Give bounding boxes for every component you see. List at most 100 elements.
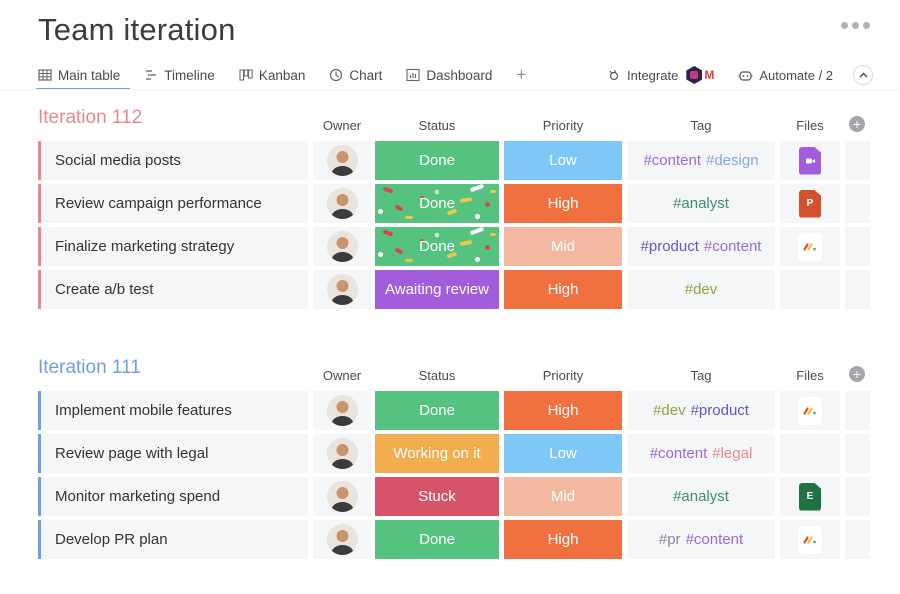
column-header-files[interactable]: Files	[780, 118, 840, 133]
monday-logo-icon[interactable]	[798, 232, 822, 261]
tag-cell[interactable]: #dev	[627, 270, 775, 309]
tag-cell[interactable]: #pr #content	[627, 520, 775, 559]
owner-cell[interactable]	[313, 520, 371, 559]
group-title[interactable]: Iteration 112	[38, 107, 142, 129]
tag-cell[interactable]: #content #legal	[627, 434, 775, 473]
files-cell[interactable]: E	[780, 477, 840, 516]
priority-badge[interactable]: Low	[504, 434, 622, 473]
item-name: Review page with legal	[55, 445, 209, 462]
tag-label[interactable]: #analyst	[673, 488, 729, 505]
files-cell[interactable]	[780, 434, 840, 473]
column-header-owner[interactable]: Owner	[313, 118, 371, 133]
priority-badge[interactable]: High	[504, 520, 622, 559]
item-name-cell[interactable]: Review campaign performance	[38, 184, 308, 223]
item-name-cell[interactable]: Social media posts	[38, 141, 308, 180]
table-icon	[38, 69, 52, 81]
column-header-priority[interactable]: Priority	[504, 118, 622, 133]
tag-label[interactable]: #legal	[712, 445, 752, 462]
tag-cell[interactable]: #analyst	[627, 477, 775, 516]
tag-cell[interactable]: #analyst	[627, 184, 775, 223]
tab-chart[interactable]: Chart	[329, 62, 382, 88]
integrate-button[interactable]: Integrate	[607, 68, 678, 83]
status-badge[interactable]: Done	[375, 227, 499, 266]
owner-cell[interactable]	[313, 227, 371, 266]
more-dot-icon	[863, 22, 870, 29]
column-header-files[interactable]: Files	[780, 368, 840, 383]
status-badge[interactable]: Working on it	[375, 434, 499, 473]
collapse-header-button[interactable]	[853, 65, 874, 85]
files-cell[interactable]: P	[780, 184, 840, 223]
tab-kanban[interactable]: Kanban	[239, 62, 305, 88]
gmail-icon: M	[700, 66, 719, 84]
column-header-status[interactable]: Status	[375, 118, 499, 133]
priority-badge[interactable]: Mid	[504, 477, 622, 516]
status-badge[interactable]: Awaiting review	[375, 270, 499, 309]
more-dot-icon	[852, 22, 859, 29]
item-name-cell[interactable]: Implement mobile features	[38, 391, 308, 430]
group-title[interactable]: Iteration 111	[38, 357, 141, 379]
owner-cell[interactable]	[313, 434, 371, 473]
item-name-cell[interactable]: Review page with legal	[38, 434, 308, 473]
item-name-cell[interactable]: Finalize marketing strategy	[38, 227, 308, 266]
files-cell[interactable]	[780, 141, 840, 180]
priority-badge[interactable]: High	[504, 391, 622, 430]
tag-label[interactable]: #product	[641, 238, 699, 255]
owner-cell[interactable]	[313, 184, 371, 223]
column-header-tag[interactable]: Tag	[627, 118, 775, 133]
files-cell[interactable]	[780, 391, 840, 430]
column-header-status[interactable]: Status	[375, 368, 499, 383]
tab-timeline[interactable]: Timeline	[144, 62, 215, 88]
column-header-priority[interactable]: Priority	[504, 368, 622, 383]
tag-label[interactable]: #content	[686, 531, 744, 548]
add-column-button[interactable]: +	[849, 366, 865, 382]
priority-badge[interactable]: High	[504, 270, 622, 309]
tag-label[interactable]: #design	[706, 152, 759, 169]
tag-cell[interactable]: #dev #product	[627, 391, 775, 430]
owner-cell[interactable]	[313, 270, 371, 309]
files-cell[interactable]	[780, 520, 840, 559]
monday-logo-icon[interactable]	[798, 525, 822, 554]
tag-label[interactable]: #pr	[659, 531, 681, 548]
tag-label[interactable]: #content	[643, 152, 701, 169]
tag-label[interactable]: #dev	[653, 402, 686, 419]
owner-cell[interactable]	[313, 141, 371, 180]
tag-label[interactable]: #dev	[685, 281, 718, 298]
column-header-tag[interactable]: Tag	[627, 368, 775, 383]
tab-main-table[interactable]: Main table	[35, 62, 131, 90]
files-cell[interactable]	[780, 270, 840, 309]
monday-logo-icon[interactable]	[798, 396, 822, 425]
tag-label[interactable]: #product	[691, 402, 749, 419]
priority-badge[interactable]: Mid	[504, 227, 622, 266]
status-badge[interactable]: Done	[375, 391, 499, 430]
video-file-icon[interactable]	[799, 146, 821, 175]
automate-button[interactable]: Automate / 2	[738, 68, 833, 83]
item-name-cell[interactable]: Create a/b test	[38, 270, 308, 309]
item-name-cell[interactable]: Develop PR plan	[38, 520, 308, 559]
tab-dashboard[interactable]: Dashboard	[406, 62, 492, 88]
add-view-button[interactable]: +	[516, 65, 526, 85]
tag-label[interactable]: #content	[704, 238, 762, 255]
timeline-icon	[146, 70, 157, 80]
status-badge[interactable]: Stuck	[375, 477, 499, 516]
column-header-owner[interactable]: Owner	[313, 368, 371, 383]
owner-cell[interactable]	[313, 391, 371, 430]
more-options-button[interactable]	[841, 22, 870, 29]
add-column-button[interactable]: +	[849, 116, 865, 132]
status-badge[interactable]: Done	[375, 141, 499, 180]
tag-label[interactable]: #content	[650, 445, 708, 462]
excel-file-icon[interactable]: E	[799, 482, 821, 511]
item-name-cell[interactable]: Monitor marketing spend	[38, 477, 308, 516]
priority-badge[interactable]: High	[504, 184, 622, 223]
empty-cell	[845, 227, 870, 266]
tag-cell[interactable]: #content #design	[627, 141, 775, 180]
tag-cell[interactable]: #product #content	[627, 227, 775, 266]
priority-badge[interactable]: Low	[504, 141, 622, 180]
status-badge[interactable]: Done	[375, 184, 499, 223]
tag-label[interactable]: #analyst	[673, 195, 729, 212]
status-badge[interactable]: Done	[375, 520, 499, 559]
files-cell[interactable]	[780, 227, 840, 266]
owner-cell[interactable]	[313, 477, 371, 516]
confetti-piece	[475, 257, 480, 262]
empty-cell	[845, 141, 870, 180]
powerpoint-file-icon[interactable]: P	[799, 189, 821, 218]
